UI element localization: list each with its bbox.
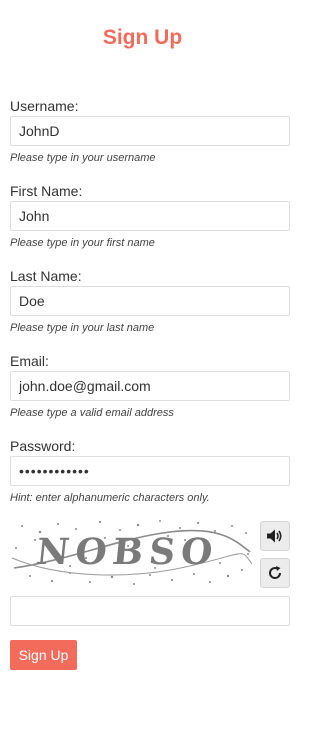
first-name-input[interactable] — [10, 201, 290, 231]
captcha-refresh-button[interactable] — [260, 558, 290, 588]
captcha-text: NOBSO — [34, 530, 220, 573]
email-input[interactable] — [10, 371, 290, 401]
sign-up-button[interactable]: Sign Up — [10, 640, 77, 670]
username-help: Please type in your username — [10, 152, 156, 164]
captcha-image: NOBSO — [10, 518, 253, 588]
password-input[interactable] — [10, 456, 290, 486]
captcha-input[interactable] — [10, 596, 290, 626]
speaker-icon — [267, 529, 282, 543]
email-label: Email: — [10, 353, 49, 369]
first-name-label: First Name: — [10, 183, 83, 199]
password-hint: Hint: enter alphanumeric characters only… — [10, 492, 210, 504]
page-title: Sign Up — [102, 26, 183, 49]
last-name-input[interactable] — [10, 286, 290, 316]
last-name-group: Last Name: Please type in your last name — [10, 268, 290, 335]
refresh-icon — [269, 566, 282, 579]
username-label: Username: — [10, 98, 79, 114]
username-input[interactable] — [10, 116, 290, 146]
email-help: Please type a valid email address — [10, 407, 174, 419]
last-name-label: Last Name: — [10, 268, 82, 284]
first-name-help: Please type in your first name — [10, 237, 155, 249]
last-name-help: Please type in your last name — [10, 322, 155, 334]
password-group: Password: Hint: enter alphanumeric chara… — [10, 438, 290, 505]
username-group: Username: Please type in your username — [10, 98, 290, 165]
password-label: Password: — [10, 438, 76, 454]
captcha-audio-button[interactable] — [260, 521, 290, 551]
email-group: Email: Please type a valid email address — [10, 353, 290, 420]
first-name-group: First Name: Please type in your first na… — [10, 183, 290, 250]
